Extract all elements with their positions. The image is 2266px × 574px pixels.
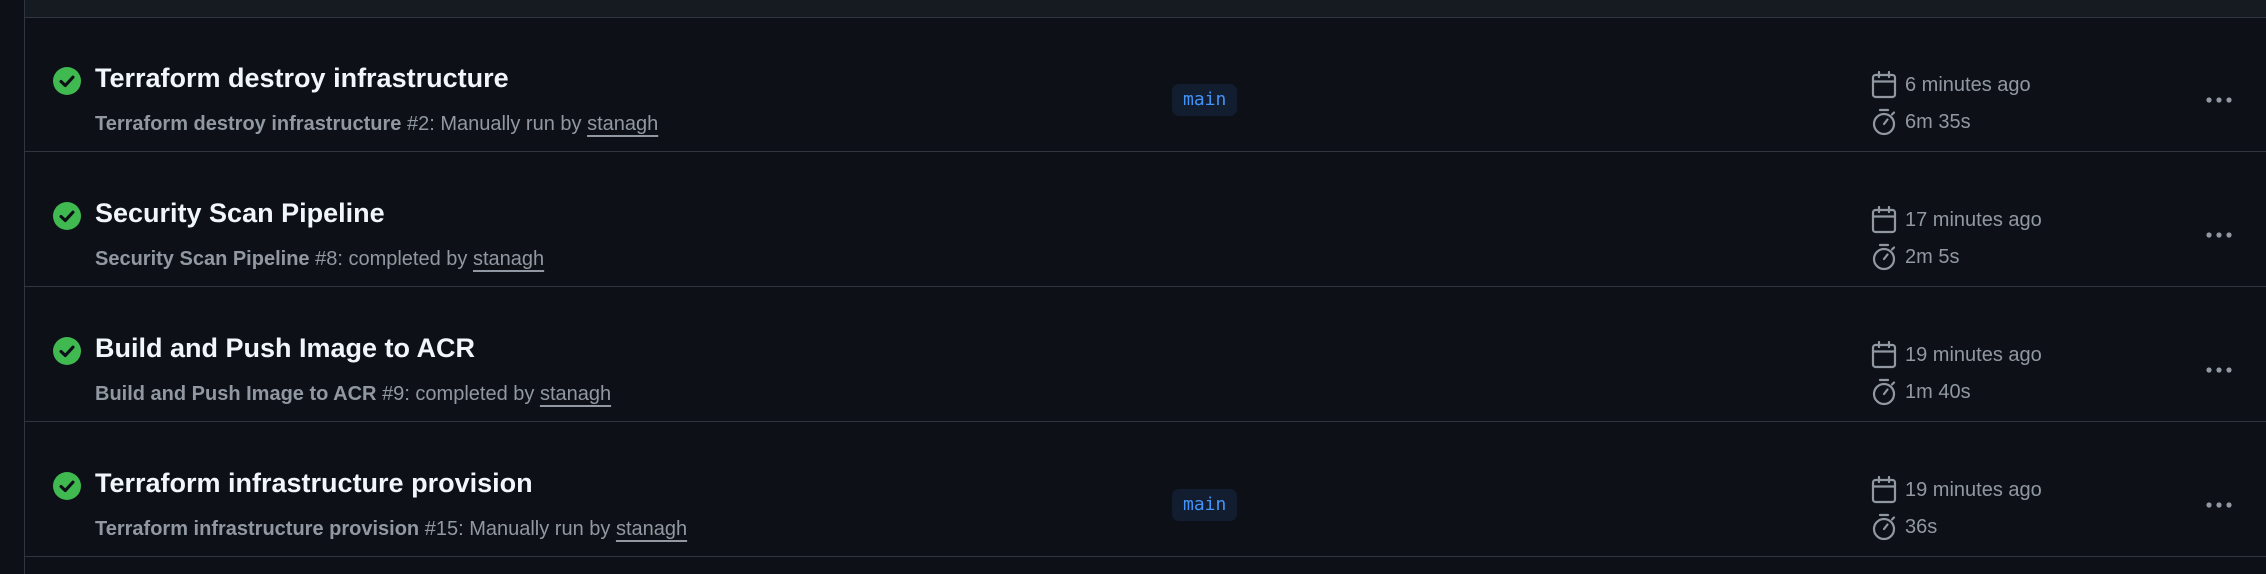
run-duration: 1m 40s xyxy=(1871,376,1971,408)
run-workflow-name: Terraform destroy infrastructure xyxy=(95,113,402,135)
run-when: 19 minutes ago xyxy=(1905,343,2042,366)
branch-badge[interactable]: main xyxy=(1172,489,1238,521)
run-actor-link[interactable]: stanagh xyxy=(473,248,544,270)
run-number: #9 xyxy=(382,383,405,405)
stopwatch-icon xyxy=(1872,243,1896,271)
run-workflow-name: Terraform infrastructure provision xyxy=(95,518,420,540)
run-when: 6 minutes ago xyxy=(1905,73,2031,96)
run-timestamp: 6 minutes ago xyxy=(1871,69,2031,101)
run-title-link[interactable]: Security Scan Pipeline xyxy=(95,198,385,229)
workflow-run-row[interactable]: Build and Push Image to ACR Build and Pu… xyxy=(25,287,2266,422)
workflow-run-row[interactable]: Security Scan Pipeline Security Scan Pip… xyxy=(25,152,2266,287)
run-event-text: : Manually run by xyxy=(429,113,588,135)
workflow-runs-list: Terraform destroy infrastructure Terrafo… xyxy=(24,0,2266,574)
calendar-icon xyxy=(1871,71,1897,99)
run-menu-button[interactable] xyxy=(2199,488,2239,522)
run-title-link[interactable]: Terraform destroy infrastructure xyxy=(95,63,509,94)
run-when: 17 minutes ago xyxy=(1905,208,2042,231)
run-menu-button[interactable] xyxy=(2199,218,2239,252)
run-duration-value: 2m 5s xyxy=(1905,245,1960,268)
workflow-run-row[interactable]: Terraform destroy infrastructure Terrafo… xyxy=(25,17,2266,152)
run-title-link[interactable]: Build and Push Image to ACR xyxy=(95,333,475,364)
check-circle-fill-icon xyxy=(53,202,81,230)
run-event-text: : Manually run by xyxy=(458,518,616,540)
run-workflow-name: Build and Push Image to ACR xyxy=(95,383,377,405)
kebab-horizontal-icon xyxy=(2206,97,2232,103)
list-header-strip xyxy=(25,0,2266,18)
stopwatch-icon xyxy=(1872,108,1896,136)
run-timestamp: 19 minutes ago xyxy=(1871,339,2042,371)
run-number: #15 xyxy=(424,518,459,540)
workflow-run-row[interactable]: Terraform infrastructure provision Terra… xyxy=(25,422,2266,557)
run-duration-value: 6m 35s xyxy=(1905,110,1971,133)
run-timestamp: 17 minutes ago xyxy=(1871,204,2042,236)
run-event-text: : completed by xyxy=(337,248,473,270)
run-actor-link[interactable]: stanagh xyxy=(587,113,658,135)
kebab-horizontal-icon xyxy=(2206,502,2232,508)
check-circle-fill-icon xyxy=(53,67,81,95)
kebab-horizontal-icon xyxy=(2206,367,2232,373)
run-workflow-name: Security Scan Pipeline xyxy=(95,248,310,270)
run-when: 19 minutes ago xyxy=(1905,478,2042,501)
run-number: #8 xyxy=(315,248,338,270)
run-menu-button[interactable] xyxy=(2199,83,2239,117)
run-duration-value: 36s xyxy=(1905,515,1938,538)
run-meta: Security Scan Pipeline #8: completed by … xyxy=(95,248,544,271)
check-circle-fill-icon xyxy=(53,337,81,365)
run-number: #2 xyxy=(406,113,430,135)
calendar-icon xyxy=(1871,476,1897,504)
run-meta: Build and Push Image to ACR #9: complete… xyxy=(95,383,611,406)
run-timestamp: 19 minutes ago xyxy=(1871,474,2042,506)
branch-badge[interactable]: main xyxy=(1172,84,1238,116)
check-circle-fill-icon xyxy=(53,472,81,500)
run-duration: 2m 5s xyxy=(1871,241,1959,273)
stopwatch-icon xyxy=(1872,513,1896,541)
run-event-text: : completed by xyxy=(404,383,540,405)
run-meta: Terraform infrastructure provision #15: … xyxy=(95,518,687,541)
run-actor-link[interactable]: stanagh xyxy=(540,383,611,405)
run-title-link[interactable]: Terraform infrastructure provision xyxy=(95,468,533,499)
run-duration: 36s xyxy=(1871,511,1937,543)
run-duration: 6m 35s xyxy=(1871,106,1971,138)
run-actor-link[interactable]: stanagh xyxy=(616,518,687,540)
stopwatch-icon xyxy=(1872,378,1896,406)
calendar-icon xyxy=(1871,206,1897,234)
calendar-icon xyxy=(1871,341,1897,369)
run-duration-value: 1m 40s xyxy=(1905,380,1971,403)
run-menu-button[interactable] xyxy=(2199,353,2239,387)
run-meta: Terraform destroy infrastructure #2: Man… xyxy=(95,113,658,136)
kebab-horizontal-icon xyxy=(2206,232,2232,238)
